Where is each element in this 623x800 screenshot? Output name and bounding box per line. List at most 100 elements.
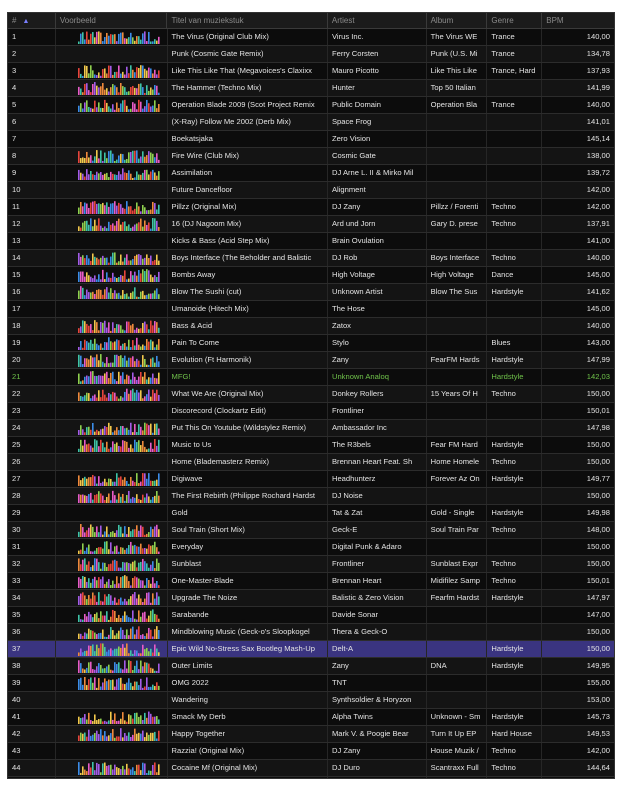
column-header-title[interactable]: Titel van muziekstuk — [167, 13, 328, 28]
table-row[interactable]: 9 Assimilation DJ Arne L. II & Mirko Mil 1… — [8, 165, 614, 182]
waveform-icon — [77, 354, 160, 367]
waveform-bar — [93, 394, 96, 401]
waveform-bar — [119, 295, 122, 299]
table-row[interactable]: 31 Everyday Digital Punk & Adaro 150,00 — [8, 539, 614, 556]
waveform-bar — [103, 615, 106, 622]
table-row[interactable]: 43 Razzia! (Original Mix) DJ Zany House Muz… — [8, 743, 614, 760]
track-number: 40 — [8, 692, 56, 708]
table-row[interactable]: 11 Pillzz (Original Mix) DJ Zany Pillzz / F… — [8, 199, 614, 216]
waveform-bar — [89, 567, 92, 571]
waveform-icon — [77, 218, 160, 231]
table-row[interactable]: 12 16 (DJ Nagoom Mix) Ard und Jorn Gary D. … — [8, 216, 614, 233]
waveform-bar — [99, 772, 102, 775]
table-row[interactable]: 7 Boekatsjaka Zero Vision 145,14 — [8, 131, 614, 148]
table-row[interactable]: 24 Put This On Youtube (Wildstylez Remix)… — [8, 420, 614, 437]
table-row[interactable]: 33 One-Master-Blade Brennan Heart Midifilez… — [8, 573, 614, 590]
table-row[interactable]: 21 MFG! Unknown Analoq Hardstyle 142,03 — [8, 369, 614, 386]
track-artist: Thera & Geck-O — [328, 624, 427, 640]
table-row[interactable]: 44 Cocaine Mf (Original Mix) DJ Duro Scantr… — [8, 760, 614, 777]
column-header-number[interactable]: # ▲ — [8, 13, 56, 28]
waveform-bar — [105, 342, 108, 350]
table-row[interactable]: 36 Mindblowing Music (Geck-o's Sloopkogel… — [8, 624, 614, 641]
column-header-artist[interactable]: Artiest — [328, 13, 427, 28]
waveform-bar — [99, 204, 102, 214]
waveform-icon — [77, 439, 160, 452]
waveform-bar — [123, 598, 126, 605]
waveform-bar — [83, 532, 86, 537]
waveform-bar — [101, 255, 104, 265]
table-row[interactable]: 18 Bass & Acid Zatox 140,00 — [8, 318, 614, 335]
waveform-bar — [113, 252, 116, 265]
table-row[interactable]: 3 Like This Like That (Megavoices's Claxi… — [8, 63, 614, 80]
column-header-bpm[interactable]: BPM — [542, 13, 614, 28]
waveform-bar — [113, 597, 116, 605]
table-row[interactable]: 38 Outer Limits Zany DNA Hardstyle 149,95 — [8, 658, 614, 675]
waveform-bar — [103, 394, 106, 401]
waveform-preview — [56, 369, 168, 385]
waveform-bar — [139, 481, 142, 486]
track-artist: Mark V. & Poogie Bear — [328, 726, 427, 742]
waveform-bar — [85, 358, 88, 367]
table-row[interactable]: 34 Upgrade The Noize Balistic & Zero Visio… — [8, 590, 614, 607]
waveform-bar — [109, 478, 112, 486]
waveform-bar — [157, 394, 160, 401]
waveform-bar — [151, 41, 154, 44]
column-header-preview[interactable]: Voorbeeld — [56, 13, 168, 28]
track-artist: DJ Rob — [328, 250, 427, 266]
waveform-bar — [143, 358, 146, 367]
waveform-bar — [89, 645, 92, 656]
table-row[interactable]: 15 Bombs Away High Voltage High Voltage Danc… — [8, 267, 614, 284]
waveform-bar — [145, 210, 148, 214]
table-row[interactable]: 10 Future Dancefloor Alignment 142,00 — [8, 182, 614, 199]
track-genre: Techno — [487, 760, 543, 776]
waveform-bar — [83, 677, 86, 690]
table-row[interactable]: 4 The Hammer (Techno Mix) Hunter Top 50 Ita… — [8, 80, 614, 97]
waveform-bar — [129, 151, 132, 163]
track-bpm: 149,77 — [586, 474, 610, 483]
waveform-bar — [147, 258, 150, 265]
table-row[interactable]: 42 Happy Together Mark V. & Poogie Bear Tur… — [8, 726, 614, 743]
waveform-bar — [147, 473, 150, 486]
table-row[interactable]: 29 Gold Tat & Zat Gold - Single Hardstyle 149… — [8, 505, 614, 522]
waveform-bar — [151, 716, 154, 724]
table-row[interactable]: 37 Epic Wild No-Stress Sax Bootleg Mash-U… — [8, 641, 614, 658]
table-row[interactable]: 1 The Virus (Original Club Mix) Virus Inc.… — [8, 29, 614, 46]
track-title: Sarabande — [168, 607, 328, 623]
table-row[interactable]: 32 Sunblast Frontliner Sunblast Expr Techno 1… — [8, 556, 614, 573]
table-row[interactable]: 6 (X-Ray) Follow Me 2002 (Derb Mix) Space … — [8, 114, 614, 131]
table-row[interactable]: 17 Umanoide (Hitech Mix) The Hose 145,00 — [8, 301, 614, 318]
track-list[interactable]: # ▲ Voorbeeld Titel van muziekstuk Arties… — [7, 12, 615, 779]
table-row[interactable]: 25 Music to Us The R3bels Fear FM Hard Hards… — [8, 437, 614, 454]
waveform-bar — [111, 432, 114, 435]
waveform-bar — [77, 169, 80, 180]
table-row[interactable]: 30 Soul Train (Short Mix) Geck-E Soul Train… — [8, 522, 614, 539]
column-header-album[interactable]: Album — [427, 13, 488, 28]
waveform-bar — [157, 372, 160, 384]
track-title: Bombs Away — [168, 267, 328, 283]
table-row[interactable]: 5 Operation Blade 2009 (Scot Project Remi… — [8, 97, 614, 114]
waveform-bar — [145, 379, 148, 384]
track-album: Gold - Single — [427, 505, 488, 521]
table-row[interactable]: 8 Fire Wire (Club Mix) Cosmic Gate 138,00 — [8, 148, 614, 165]
table-row[interactable]: 27 Digiwave Headhunterz Forever Az On Hardst… — [8, 471, 614, 488]
table-row[interactable]: 19 Pain To Come Stylo Blues 143,00 — [8, 335, 614, 352]
table-row[interactable]: 14 Boys Interface (The Beholder and Balis… — [8, 250, 614, 267]
table-row[interactable]: 28 The First Rebirth (Philippe Rochard Ha… — [8, 488, 614, 505]
table-row[interactable]: 45Blackout (Brennan Heart Re-Edit)Unknow… — [8, 777, 614, 778]
table-row[interactable]: 2 Punk (Cosmic Gate Remix) Ferry Corsten Pu… — [8, 46, 614, 63]
table-row[interactable]: 22 What We Are (Original Mix) Donkey Rolle… — [8, 386, 614, 403]
table-row[interactable]: 41 Smack My Derb Alpha Twins Unknown - Sm Ha… — [8, 709, 614, 726]
table-row[interactable]: 16 Blow The Sushi (cut) Unknown Artist Blow… — [8, 284, 614, 301]
track-bpm: 141,99 — [586, 83, 610, 92]
table-row[interactable]: 35 Sarabande Davide Sonar 147,00 — [8, 607, 614, 624]
waveform-bar — [111, 322, 114, 333]
table-row[interactable]: 26 Home (Blademasterz Remix) Brennan Heart… — [8, 454, 614, 471]
table-row[interactable]: 23 Discorecord (Clockartz Edit) Frontliner… — [8, 403, 614, 420]
track-bpm: 141,62 — [586, 287, 610, 296]
column-header-genre[interactable]: Genre — [487, 13, 543, 28]
table-row[interactable]: 39 OMG 2022 TNT 155,00 — [8, 675, 614, 692]
table-row[interactable]: 20 Evolution (Ft Harmonik) Zany FearFM Hard… — [8, 352, 614, 369]
table-row[interactable]: 13 Kicks & Bass (Acid Step Mix) Brain Ovul… — [8, 233, 614, 250]
waveform-bar — [81, 347, 84, 350]
table-row[interactable]: 40 Wandering Synthsoldier & Horyzon 153,00 — [8, 692, 614, 709]
